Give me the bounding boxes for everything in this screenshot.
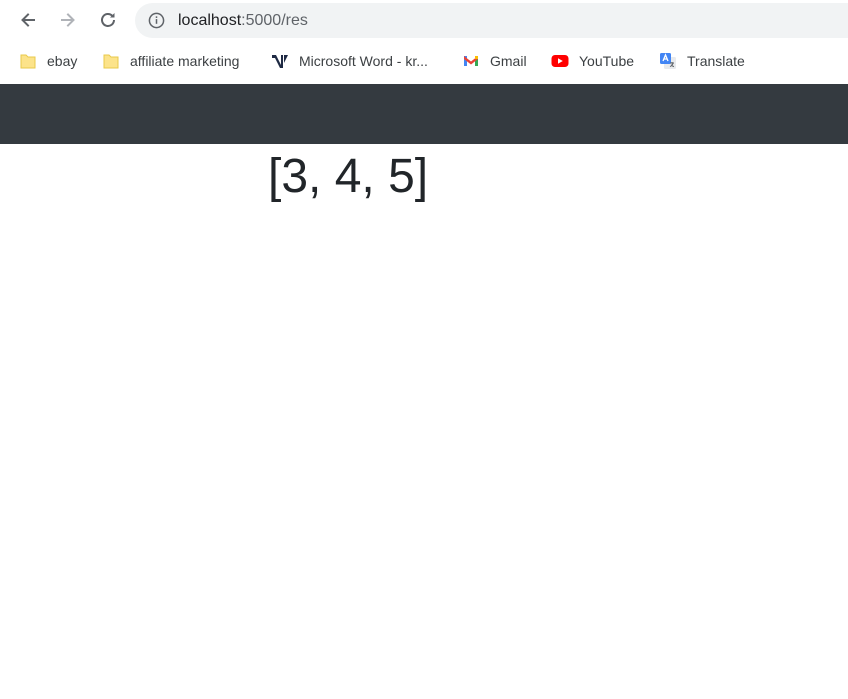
folder-icon xyxy=(19,52,37,70)
gmail-icon xyxy=(462,52,480,70)
url-host: localhost xyxy=(178,12,242,29)
bookmarks-bar: ebay affiliate marketing Microsoft Word … xyxy=(0,40,848,82)
bookmark-affiliate-marketing[interactable]: affiliate marketing xyxy=(102,50,239,72)
forward-button[interactable] xyxy=(52,4,84,36)
bookmark-label: Gmail xyxy=(490,53,527,69)
site-logo-icon xyxy=(271,52,289,70)
youtube-icon xyxy=(551,52,569,70)
result-output: [3, 4, 5] xyxy=(268,150,429,203)
folder-icon xyxy=(102,52,120,70)
bookmark-label: affiliate marketing xyxy=(130,53,240,69)
bookmark-label: Translate xyxy=(687,53,745,69)
url-path: :5000/res xyxy=(241,12,308,29)
page-navbar xyxy=(0,84,848,144)
back-arrow-icon xyxy=(21,13,35,27)
reload-icon xyxy=(101,13,115,27)
bookmark-label: YouTube xyxy=(579,53,635,69)
browser-toolbar: localhost:5000/res xyxy=(0,0,848,40)
bookmark-translate[interactable]: Translate xyxy=(659,50,745,72)
address-bar[interactable]: localhost:5000/res xyxy=(135,3,848,38)
bookmark-ebay[interactable]: ebay xyxy=(19,50,77,72)
back-button[interactable] xyxy=(12,4,44,36)
bookmark-microsoft-word[interactable]: Microsoft Word - kr... xyxy=(271,50,428,72)
bookmark-label: Microsoft Word - kr... xyxy=(299,53,428,69)
forward-arrow-icon xyxy=(61,13,75,27)
info-icon[interactable] xyxy=(148,12,165,29)
url-text[interactable]: localhost:5000/res xyxy=(178,11,308,30)
bookmark-youtube[interactable]: YouTube xyxy=(551,50,634,72)
bookmark-gmail[interactable]: Gmail xyxy=(462,50,527,72)
translate-icon xyxy=(659,52,677,70)
bookmark-label: ebay xyxy=(47,53,78,69)
reload-button[interactable] xyxy=(92,4,124,36)
